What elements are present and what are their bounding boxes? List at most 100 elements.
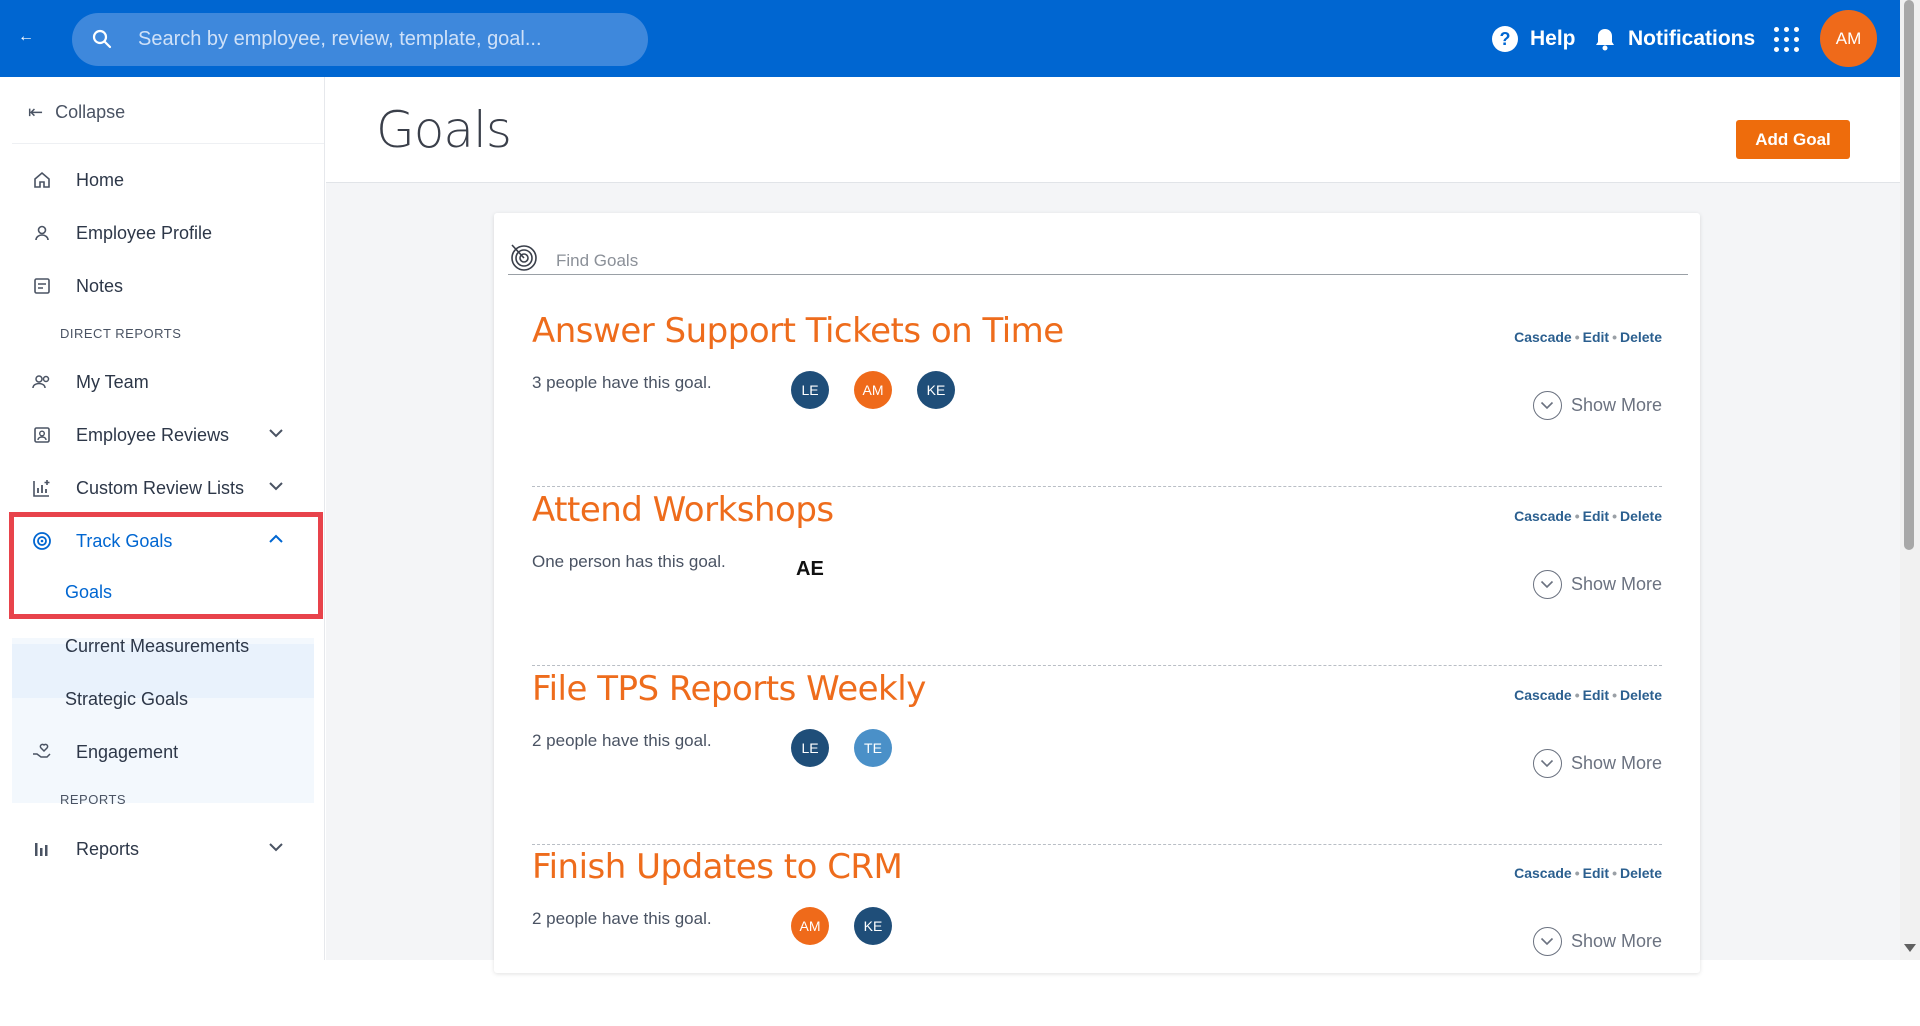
goal-divider — [532, 486, 1662, 487]
sidebar-item-employee-reviews[interactable]: Employee Reviews — [12, 412, 312, 458]
delete-link[interactable]: Delete — [1620, 508, 1662, 524]
avatar[interactable]: KE — [917, 371, 955, 409]
chevron-down-icon — [1532, 570, 1562, 599]
sidebar-item-label: My Team — [76, 371, 149, 392]
show-more-label: Show More — [1570, 574, 1662, 594]
goal-title[interactable]: Attend Workshops — [532, 490, 834, 530]
bar-chart-icon — [30, 840, 54, 858]
avatar[interactable]: LE — [791, 729, 829, 767]
avatar[interactable]: LE — [791, 371, 829, 409]
show-more-button[interactable]: Show More — [1532, 570, 1662, 599]
avatar[interactable]: TE — [854, 729, 892, 767]
avatar-initials[interactable]: AE — [796, 558, 824, 581]
sidebar-item-strategic-goals[interactable]: Strategic Goals — [65, 689, 188, 710]
goal-people-count: One person has this goal. — [532, 552, 726, 571]
delete-link[interactable]: Delete — [1620, 329, 1662, 345]
help-button[interactable]: ? Help — [1492, 24, 1576, 54]
edit-link[interactable]: Edit — [1583, 508, 1609, 524]
edit-link[interactable]: Edit — [1583, 329, 1609, 345]
collapse-arrow-icon: ⇤ — [28, 101, 44, 122]
goal-actions: Cascade • Edit • Delete — [1514, 687, 1662, 703]
separator-dot: • — [1612, 687, 1617, 703]
goal-divider — [532, 844, 1662, 845]
collapse-button[interactable]: ⇤ Collapse — [28, 97, 125, 127]
section-reports: REPORTS — [60, 792, 127, 807]
sidebar-item-label: Reports — [76, 838, 140, 859]
edit-link[interactable]: Edit — [1583, 865, 1609, 881]
separator-dot: • — [1574, 687, 1580, 703]
chevron-down-icon — [1532, 927, 1562, 956]
engagement-icon — [30, 743, 54, 761]
cascade-link[interactable]: Cascade — [1514, 329, 1572, 345]
sidebar-item-label: Notes — [76, 275, 124, 296]
avatar[interactable]: AM — [791, 907, 829, 945]
goal-actions: Cascade • Edit • Delete — [1514, 329, 1662, 345]
user-avatar[interactable]: AM — [1820, 10, 1877, 67]
goal-title[interactable]: Finish Updates to CRM — [532, 847, 903, 887]
avatar[interactable]: AM — [854, 371, 892, 409]
goals-card: Find Goals Answer Support Tickets on Tim… — [494, 213, 1700, 973]
sidebar-item-my-team[interactable]: My Team — [12, 359, 312, 405]
page-header: Goals Add Goal — [326, 77, 1900, 183]
separator-dot: • — [1612, 865, 1617, 881]
sidebar-divider — [12, 143, 324, 144]
bell-icon — [1596, 29, 1614, 51]
cascade-link[interactable]: Cascade — [1514, 865, 1572, 881]
search-icon — [92, 29, 112, 49]
goal-title[interactable]: File TPS Reports Weekly — [532, 669, 926, 709]
goal-people-count: 2 people have this goal. — [532, 909, 712, 928]
sidebar-item-employee-profile[interactable]: Employee Profile — [12, 210, 312, 256]
chevron-down-icon — [1532, 391, 1562, 420]
edit-link[interactable]: Edit — [1583, 687, 1609, 703]
goal-item: File TPS Reports Weekly 2 people have th… — [532, 669, 1662, 848]
separator-dot: • — [1612, 329, 1617, 345]
back-arrow-icon[interactable]: ← — [18, 28, 34, 46]
cascade-link[interactable]: Cascade — [1514, 508, 1572, 524]
find-goals-input[interactable]: Find Goals — [508, 237, 1688, 275]
help-label: Help — [1530, 27, 1576, 50]
sidebar-item-notes[interactable]: Notes — [12, 263, 312, 309]
top-bar: ← Search by employee, review, template, … — [0, 0, 1900, 77]
show-more-button[interactable]: Show More — [1532, 927, 1662, 956]
sidebar-item-label: Home — [76, 169, 125, 190]
show-more-label: Show More — [1570, 931, 1662, 951]
sidebar-item-engagement[interactable]: Engagement — [12, 729, 312, 775]
notifications-button[interactable]: Notifications — [1594, 24, 1755, 54]
add-goal-button[interactable]: Add Goal — [1736, 120, 1850, 159]
app-grid-icon[interactable] — [1774, 27, 1800, 53]
delete-link[interactable]: Delete — [1620, 687, 1662, 703]
page-scrollbar[interactable] — [1900, 0, 1920, 960]
page-title: Goals — [376, 101, 512, 159]
delete-link[interactable]: Delete — [1620, 865, 1662, 881]
separator-dot: • — [1612, 508, 1617, 524]
scrollbar-thumb[interactable] — [1904, 0, 1914, 550]
goal-people-count: 2 people have this goal. — [532, 731, 712, 750]
goal-item: Finish Updates to CRM 2 people have this… — [532, 847, 1662, 1026]
goal-title[interactable]: Answer Support Tickets on Time — [532, 311, 1064, 351]
notifications-label: Notifications — [1628, 27, 1756, 50]
show-more-label: Show More — [1570, 753, 1662, 773]
sidebar-item-home[interactable]: Home — [12, 157, 312, 203]
find-goals-placeholder: Find Goals — [556, 251, 639, 270]
sidebar-item-label: Employee Reviews — [76, 424, 230, 445]
chevron-down-icon — [1532, 749, 1562, 778]
review-icon — [30, 426, 54, 444]
cascade-link[interactable]: Cascade — [1514, 687, 1572, 703]
separator-dot: • — [1574, 508, 1580, 524]
scroll-down-arrow-icon[interactable] — [1904, 944, 1916, 952]
home-icon — [30, 171, 54, 189]
goal-actions: Cascade • Edit • Delete — [1514, 865, 1662, 881]
avatar[interactable]: KE — [854, 907, 892, 945]
sidebar-item-label: Employee Profile — [76, 222, 213, 243]
show-more-button[interactable]: Show More — [1532, 391, 1662, 420]
notes-icon — [30, 277, 54, 295]
sidebar-item-reports[interactable]: Reports — [12, 826, 312, 872]
show-more-button[interactable]: Show More — [1532, 749, 1662, 778]
section-direct-reports: DIRECT REPORTS — [60, 326, 182, 341]
collapse-label: Collapse — [55, 101, 126, 122]
show-more-label: Show More — [1570, 395, 1662, 415]
sidebar-item-custom-review-lists[interactable]: Custom Review Lists — [12, 465, 312, 511]
search-placeholder: Search by employee, review, template, go… — [138, 28, 542, 50]
sidebar-item-current-measurements[interactable]: Current Measurements — [65, 636, 249, 657]
global-search-input[interactable]: Search by employee, review, template, go… — [72, 13, 648, 66]
